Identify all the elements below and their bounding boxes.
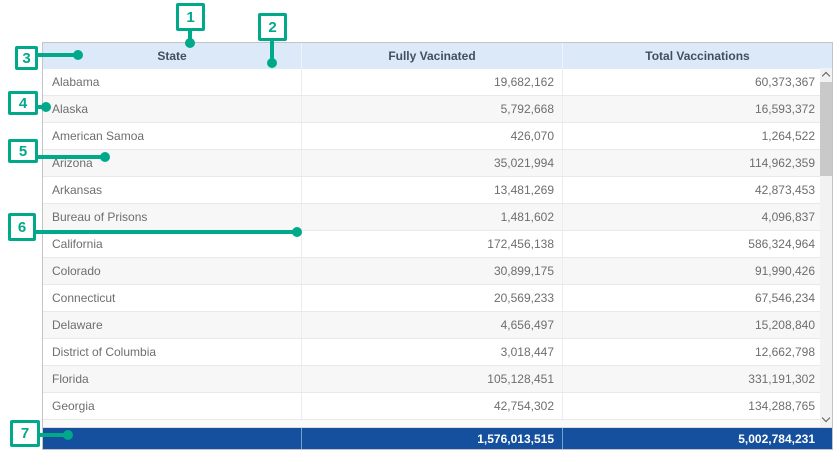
- chevron-down-icon: [822, 414, 830, 422]
- table-row[interactable]: American Samoa426,0701,264,522: [43, 123, 832, 150]
- cell-fully_vacinated: 35,021,994: [302, 150, 563, 176]
- callout-5: 5: [8, 139, 38, 163]
- callout-3: 3: [15, 46, 38, 70]
- callout-2: 2: [258, 13, 287, 41]
- table-row[interactable]: Georgia42,754,302134,288,765: [43, 393, 832, 420]
- callout-5-label: 5: [19, 143, 27, 160]
- scroll-up-button[interactable]: [820, 68, 832, 82]
- callout-4-dot: [41, 102, 51, 112]
- callout-7: 7: [10, 420, 40, 447]
- scrollbar-thumb[interactable]: [820, 82, 832, 176]
- cell-fully_vacinated: 5,792,668: [302, 96, 563, 122]
- table-row[interactable]: Arizona35,021,994114,962,359: [43, 150, 832, 177]
- callout-4-label: 4: [19, 95, 27, 112]
- partial-next-row: [43, 420, 832, 428]
- callout-2-label: 2: [268, 19, 276, 36]
- chevron-up-icon: [822, 72, 830, 80]
- summary-cell-total-vaccinations: 5,002,784,231: [563, 428, 832, 449]
- callout-1-label: 1: [186, 9, 194, 26]
- cell-total_vaccinations: 1,264,522: [563, 123, 832, 149]
- summary-row: 1,576,013,515 5,002,784,231: [43, 428, 832, 449]
- callout-6-dot: [292, 227, 302, 237]
- cell-state: Georgia: [43, 393, 302, 419]
- cell-fully_vacinated: 19,682,162: [302, 69, 563, 95]
- cell-total_vaccinations: 91,990,426: [563, 258, 832, 284]
- cell-fully_vacinated: 1,481,602: [302, 204, 563, 230]
- callout-6: 6: [8, 213, 36, 241]
- cell-fully_vacinated: 172,456,138: [302, 231, 563, 257]
- callout-5-line: [38, 155, 105, 159]
- cell-fully_vacinated: 105,128,451: [302, 366, 563, 392]
- cell-state: Florida: [43, 366, 302, 392]
- callout-7-label: 7: [21, 425, 29, 442]
- cell-total_vaccinations: 586,324,964: [563, 231, 832, 257]
- callout-6-label: 6: [18, 219, 26, 236]
- cell-state: Bureau of Prisons: [43, 204, 302, 230]
- screenshot-canvas: State Fully Vacinated Total Vaccinations…: [0, 0, 833, 453]
- cell-fully_vacinated: 3,018,447: [302, 339, 563, 365]
- cell-fully_vacinated: 42,754,302: [302, 393, 563, 419]
- cell-state: Delaware: [43, 312, 302, 338]
- table-row[interactable]: Colorado30,899,17591,990,426: [43, 258, 832, 285]
- cell-state: American Samoa: [43, 123, 302, 149]
- scroll-down-button[interactable]: [820, 413, 832, 427]
- callout-3-label: 3: [22, 50, 30, 67]
- cell-total_vaccinations: 114,962,359: [563, 150, 832, 176]
- cell-fully_vacinated: 4,656,497: [302, 312, 563, 338]
- cell-total_vaccinations: 4,096,837: [563, 204, 832, 230]
- cell-fully_vacinated: 30,899,175: [302, 258, 563, 284]
- cell-total_vaccinations: 134,288,765: [563, 393, 832, 419]
- cell-total_vaccinations: 331,191,302: [563, 366, 832, 392]
- column-header-total-vaccinations[interactable]: Total Vaccinations: [563, 43, 832, 69]
- table-row[interactable]: District of Columbia3,018,44712,662,798: [43, 339, 832, 366]
- callout-6-line: [36, 230, 297, 234]
- cell-state: Alabama: [43, 69, 302, 95]
- cell-total_vaccinations: 16,593,372: [563, 96, 832, 122]
- callout-2-dot: [267, 58, 277, 68]
- table-row[interactable]: California172,456,138586,324,964: [43, 231, 832, 258]
- cell-total_vaccinations: 15,208,840: [563, 312, 832, 338]
- callout-1: 1: [176, 3, 205, 31]
- table-row[interactable]: Alaska5,792,66816,593,372: [43, 96, 832, 123]
- vertical-scrollbar[interactable]: [820, 68, 832, 427]
- callout-3-line: [38, 53, 78, 57]
- cell-state: Arkansas: [43, 177, 302, 203]
- cell-fully_vacinated: 13,481,269: [302, 177, 563, 203]
- callout-4: 4: [8, 91, 38, 115]
- cell-state: Arizona: [43, 150, 302, 176]
- table-row[interactable]: Arkansas13,481,26942,873,453: [43, 177, 832, 204]
- table-row[interactable]: Bureau of Prisons1,481,6024,096,837: [43, 204, 832, 231]
- table-row[interactable]: Alabama19,682,16260,373,367: [43, 69, 832, 96]
- callout-3-dot: [73, 50, 83, 60]
- table-header-row: State Fully Vacinated Total Vaccinations: [43, 43, 832, 69]
- cell-total_vaccinations: 67,546,234: [563, 285, 832, 311]
- cell-state: Colorado: [43, 258, 302, 284]
- summary-cell-fully-vacinated: 1,576,013,515: [302, 428, 563, 449]
- cell-total_vaccinations: 12,662,798: [563, 339, 832, 365]
- cell-state: Connecticut: [43, 285, 302, 311]
- vaccinations-table: State Fully Vacinated Total Vaccinations…: [42, 42, 833, 450]
- callout-1-dot: [185, 38, 195, 48]
- cell-state: Alaska: [43, 96, 302, 122]
- column-header-fully-vacinated[interactable]: Fully Vacinated: [302, 43, 563, 69]
- table-row[interactable]: Delaware4,656,49715,208,840: [43, 312, 832, 339]
- callout-5-dot: [100, 152, 110, 162]
- cell-total_vaccinations: 42,873,453: [563, 177, 832, 203]
- summary-cell-state: [43, 428, 302, 449]
- cell-state: District of Columbia: [43, 339, 302, 365]
- cell-state: California: [43, 231, 302, 257]
- callout-7-dot: [63, 430, 73, 440]
- cell-fully_vacinated: 426,070: [302, 123, 563, 149]
- cell-fully_vacinated: 20,569,233: [302, 285, 563, 311]
- cell-total_vaccinations: 60,373,367: [563, 69, 832, 95]
- table-body: Alabama19,682,16260,373,367Alaska5,792,6…: [43, 69, 832, 420]
- table-row[interactable]: Connecticut20,569,23367,546,234: [43, 285, 832, 312]
- table-row[interactable]: Florida105,128,451331,191,302: [43, 366, 832, 393]
